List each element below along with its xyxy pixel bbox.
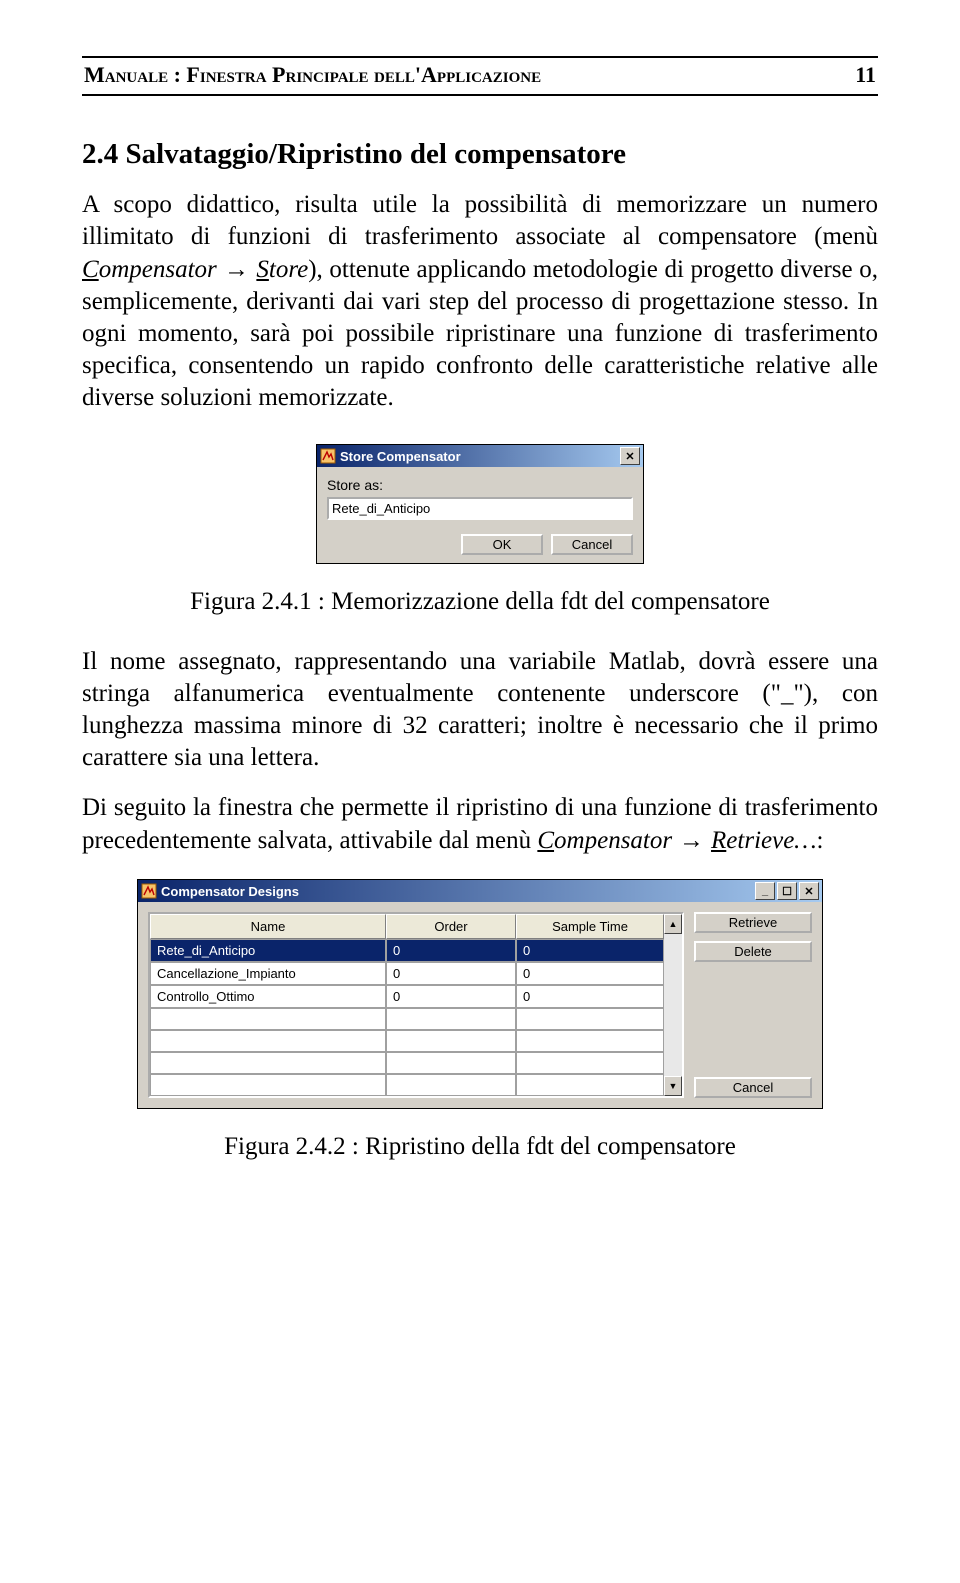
col-order[interactable]: Order (386, 914, 516, 939)
page-header: Manuale : Finestra Principale dell'Appli… (82, 62, 878, 90)
table-row[interactable]: Controllo_Ottimo 0 0 (150, 985, 664, 1008)
close-icon[interactable]: ✕ (799, 882, 819, 900)
maximize-icon[interactable]: ☐ (777, 882, 797, 900)
app-icon (141, 883, 157, 899)
store-as-input[interactable] (327, 497, 633, 520)
dialog2-titlebar[interactable]: Compensator Designs _ ☐ ✕ (138, 880, 822, 902)
table-row[interactable]: Cancellazione_Impianto 0 0 (150, 962, 664, 985)
vertical-scrollbar[interactable]: ▲ ▼ (664, 914, 682, 1096)
dialog-title: Store Compensator (340, 449, 618, 464)
table-row[interactable] (150, 1074, 664, 1096)
cancel-button[interactable]: Cancel (694, 1077, 812, 1098)
header-title: Manuale : Finestra Principale dell'Appli… (84, 62, 541, 88)
paragraph-2: Il nome assegnato, rappresentando una va… (82, 646, 878, 774)
paragraph-3: Di seguito la finestra che permette il r… (82, 792, 878, 857)
minimize-icon[interactable]: _ (755, 882, 775, 900)
app-icon (320, 448, 336, 464)
close-icon[interactable]: ✕ (620, 447, 640, 465)
scroll-up-icon[interactable]: ▲ (664, 914, 682, 934)
designs-table[interactable]: Name Order Sample Time Rete_di_Anticipo … (148, 912, 684, 1098)
figure-1-caption: Figura 2.4.1 : Memorizzazione della fdt … (82, 588, 878, 616)
delete-button[interactable]: Delete (694, 941, 812, 962)
col-name[interactable]: Name (150, 914, 386, 939)
figure-2-caption: Figura 2.4.2 : Ripristino della fdt del … (82, 1133, 878, 1161)
table-row[interactable] (150, 1008, 664, 1030)
store-compensator-dialog: Store Compensator ✕ Store as: OK Cancel (316, 444, 644, 564)
section-heading: 2.4 Salvataggio/Ripristino del compensat… (82, 138, 878, 171)
ok-button[interactable]: OK (461, 534, 543, 555)
dialog2-title: Compensator Designs (161, 884, 753, 899)
retrieve-button[interactable]: Retrieve (694, 912, 812, 933)
dialog-titlebar[interactable]: Store Compensator ✕ (317, 445, 643, 467)
paragraph-1: A scopo didattico, risulta utile la poss… (82, 189, 878, 414)
header-page-number: 11 (855, 62, 876, 88)
table-row[interactable]: Rete_di_Anticipo 0 0 (150, 939, 664, 962)
table-row[interactable] (150, 1052, 664, 1074)
store-as-label: Store as: (327, 477, 633, 493)
col-sample-time[interactable]: Sample Time (516, 914, 664, 939)
scroll-down-icon[interactable]: ▼ (664, 1076, 682, 1096)
cancel-button[interactable]: Cancel (551, 534, 633, 555)
table-row[interactable] (150, 1030, 664, 1052)
compensator-designs-dialog: Compensator Designs _ ☐ ✕ Name Order Sam… (137, 879, 823, 1109)
